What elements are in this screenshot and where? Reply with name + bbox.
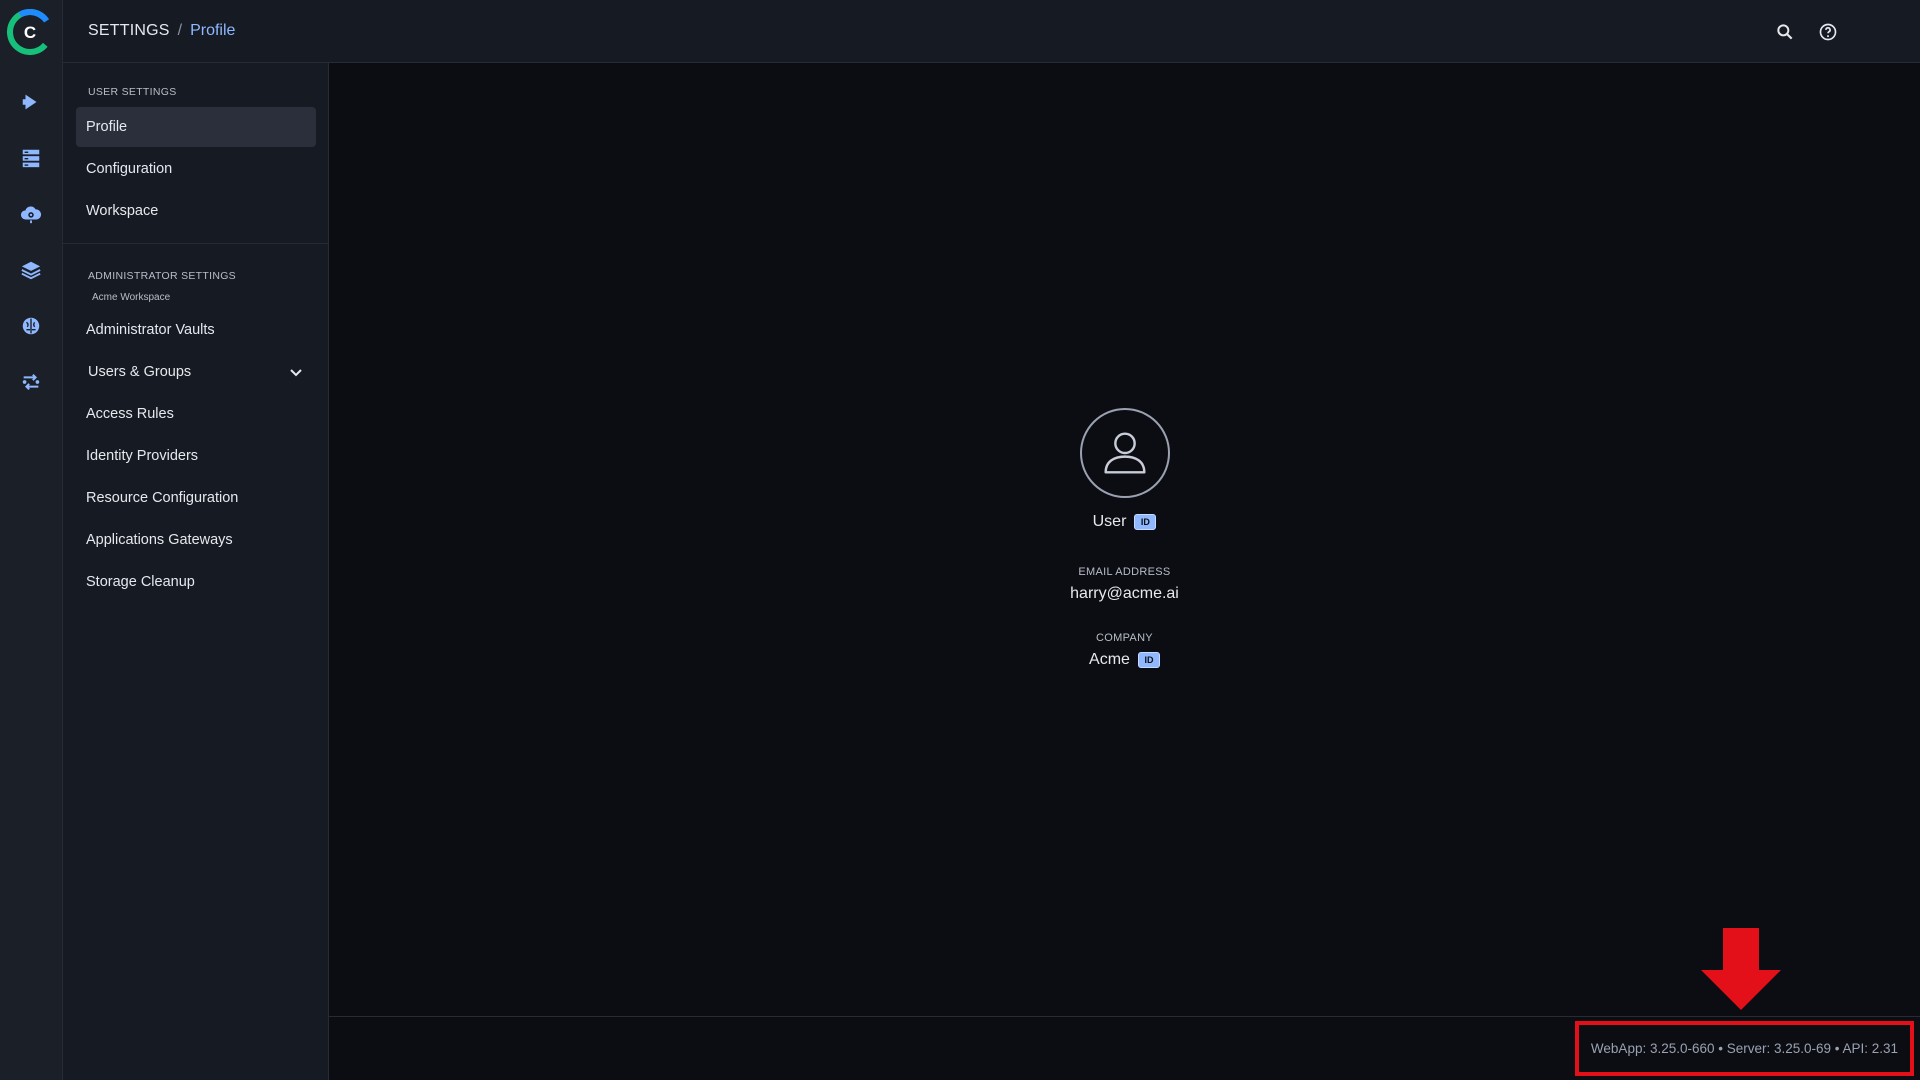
sidebar-item-label: Applications Gateways (86, 532, 233, 548)
sidebar-item-resource-configuration[interactable]: Resource Configuration (76, 478, 316, 518)
sidebar-item-configuration[interactable]: Configuration (76, 149, 316, 189)
breadcrumb-root[interactable]: SETTINGS (88, 22, 170, 40)
layers-icon[interactable] (17, 256, 45, 284)
email-value: harry@acme.ai (1070, 585, 1179, 602)
brain-icon[interactable] (17, 312, 45, 340)
sidebar-item-label: Workspace (86, 203, 159, 219)
icon-rail: C (0, 0, 63, 1080)
footer: WebApp: 3.25.0-660 • Server: 3.25.0-69 •… (329, 1016, 1920, 1080)
admin-settings-title: ADMINISTRATOR SETTINGS (88, 270, 236, 282)
company-value: Acme (1089, 651, 1130, 668)
sidebar-item-label: Administrator Vaults (86, 322, 215, 338)
sidebar-item-label: Resource Configuration (86, 490, 239, 506)
settings-sidebar: USER SETTINGS Profile Configuration Work… (63, 63, 329, 1080)
profile-name-row: User ID (329, 513, 1920, 531)
sidebar-item-profile[interactable]: Profile (76, 107, 316, 147)
annotation-arrow-icon (1701, 928, 1781, 1010)
pipeline-icon[interactable] (17, 368, 45, 396)
search-icon[interactable] (1771, 18, 1799, 46)
profile-panel: User ID EMAIL ADDRESS harry@acme.ai COMP… (329, 63, 1920, 1017)
sidebar-item-label: Profile (86, 119, 128, 135)
server-icon[interactable] (17, 144, 45, 172)
sidebar-divider (63, 243, 329, 244)
user-outline-icon (1104, 432, 1146, 474)
company-value-row: Acme ID (329, 651, 1920, 669)
sidebar-item-identity-providers[interactable]: Identity Providers (76, 436, 316, 476)
arrow-right-icon[interactable] (17, 88, 45, 116)
email-label: EMAIL ADDRESS (1078, 566, 1171, 578)
sidebar-item-label: Configuration (86, 161, 173, 177)
breadcrumb-separator: / (177, 22, 183, 39)
sidebar-item-label: Users & Groups (88, 364, 192, 380)
version-highlight-box: WebApp: 3.25.0-660 • Server: 3.25.0-69 •… (1575, 1021, 1914, 1076)
breadcrumb: SETTINGS / Profile (88, 22, 235, 40)
chevron-down-icon[interactable] (288, 364, 304, 380)
user-settings-title: USER SETTINGS (88, 86, 177, 98)
breadcrumb-current: Profile (190, 22, 236, 39)
version-text: WebApp: 3.25.0-660 • Server: 3.25.0-69 •… (1590, 1041, 1899, 1056)
profile-name: User (1092, 513, 1127, 530)
sidebar-item-workspace[interactable]: Workspace (76, 191, 316, 231)
logo-letter: C (24, 23, 36, 42)
sidebar-item-administrator-vaults[interactable]: Administrator Vaults (76, 310, 316, 350)
sidebar-item-label: Identity Providers (86, 448, 199, 464)
top-header: SETTINGS / Profile (63, 0, 1920, 63)
company-id-badge[interactable]: ID (1137, 652, 1160, 668)
admin-workspace-name: Acme Workspace (92, 292, 171, 303)
id-badge[interactable]: ID (1134, 514, 1157, 530)
sidebar-item-storage-cleanup[interactable]: Storage Cleanup (76, 562, 316, 602)
sidebar-item-applications-gateways[interactable]: Applications Gateways (76, 520, 316, 560)
sidebar-item-label: Access Rules (86, 406, 174, 422)
help-icon[interactable] (1814, 18, 1842, 46)
cloud-gear-icon[interactable] (17, 200, 45, 228)
profile-avatar (1080, 408, 1170, 498)
app-logo[interactable]: C (7, 9, 53, 55)
sidebar-item-users-groups[interactable]: Users & Groups (76, 352, 316, 392)
sidebar-item-label: Storage Cleanup (86, 574, 195, 590)
company-label: COMPANY (1096, 632, 1153, 644)
app-root: C SETTINGS / Profile USER SETTINGS Profi… (0, 0, 1920, 1080)
sidebar-item-access-rules[interactable]: Access Rules (76, 394, 316, 434)
email-value-row: harry@acme.ai (329, 585, 1920, 603)
main-content: User ID EMAIL ADDRESS harry@acme.ai COMP… (329, 63, 1920, 1017)
